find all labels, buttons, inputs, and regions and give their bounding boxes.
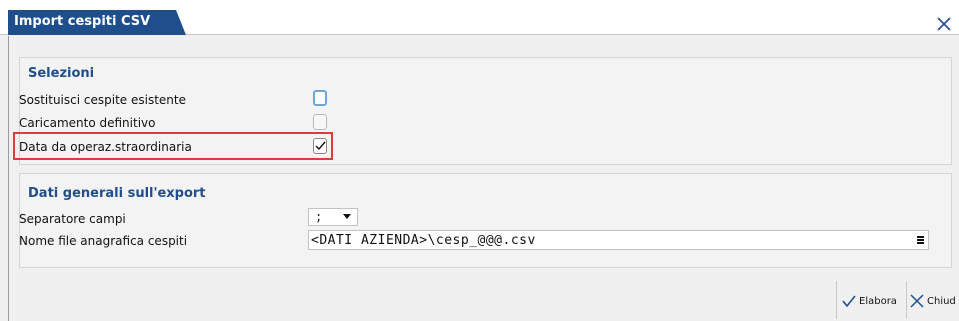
title-bar: Import cespiti CSV	[0, 0, 959, 35]
label-sostituisci-cespite: Sostituisci cespite esistente	[19, 93, 186, 107]
group-title-dati-generali: Dati generali sull'export	[28, 186, 206, 201]
chevron-down-icon	[343, 214, 351, 219]
label-nome-file: Nome file anagrafica cespiti	[19, 234, 188, 248]
menu-icon[interactable]	[917, 236, 924, 244]
nome-file-field[interactable]	[308, 230, 929, 250]
check-icon	[842, 295, 856, 308]
elabora-label: Elabora	[859, 295, 897, 307]
group-title-selezioni: Selezioni	[28, 66, 95, 81]
button-separator-mid	[906, 281, 907, 319]
button-separator-left	[836, 281, 837, 319]
chiudi-button[interactable]: Chiud	[910, 283, 956, 319]
highlight-box	[13, 132, 333, 160]
dialog-content: Selezioni Sostituisci cespite esistente …	[8, 36, 959, 321]
chiudi-label: Chiud	[927, 295, 956, 307]
close-button[interactable]	[933, 14, 955, 34]
nome-file-input[interactable]	[309, 231, 899, 249]
import-dialog: Import cespiti CSV Selezioni Sostituisci…	[0, 0, 959, 321]
separatore-select[interactable]: ;	[308, 208, 358, 226]
dialog-title: Import cespiti CSV	[14, 14, 151, 29]
label-separatore-campi: Separatore campi	[19, 212, 126, 226]
elabora-button[interactable]: Elabora	[842, 283, 897, 319]
separatore-value: ;	[315, 210, 323, 224]
checkbox-caricamento-definitivo[interactable]	[313, 114, 327, 130]
group-dati-generali: Dati generali sull'export Separatore cam…	[19, 173, 952, 268]
checkbox-sostituisci-cespite[interactable]	[313, 90, 327, 106]
close-icon	[910, 294, 924, 308]
close-icon	[937, 17, 951, 31]
label-caricamento-definitivo: Caricamento definitivo	[19, 116, 156, 130]
